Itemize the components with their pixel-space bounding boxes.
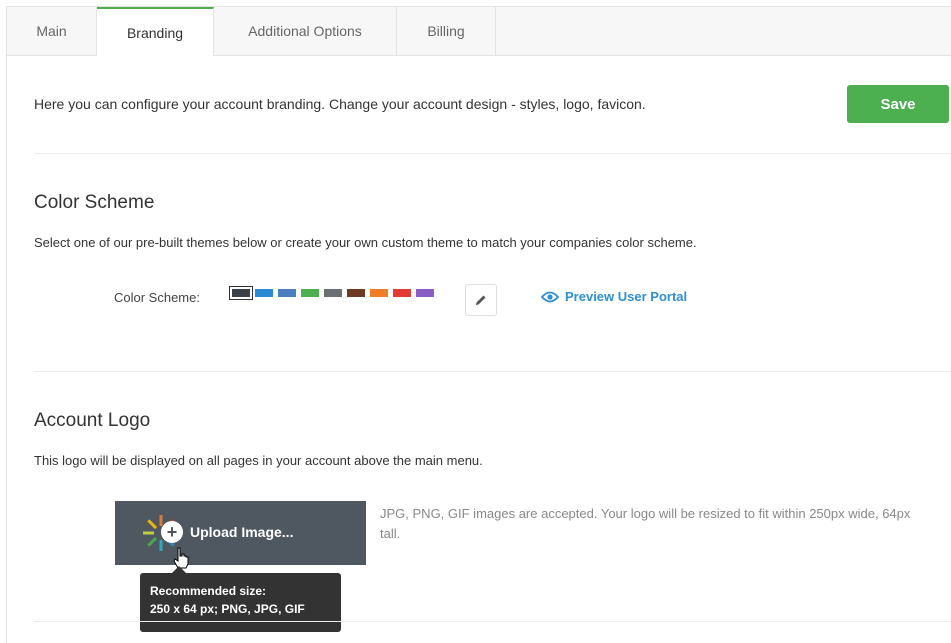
save-button[interactable]: Save [847,85,949,123]
account-logo-description: This logo will be displayed on all pages… [34,453,483,468]
pencil-icon [476,295,486,305]
color-scheme-label: Color Scheme: [114,290,200,305]
color-scheme-heading: Color Scheme [34,192,155,213]
color-swatch[interactable] [255,289,273,297]
divider [34,371,951,372]
tab-bar: Main Branding Additional Options Billing [7,7,951,56]
tooltip-detail: 250 x 64 px; PNG, JPG, GIF [150,602,305,616]
color-swatch[interactable] [301,289,319,297]
tab-additional-options[interactable]: Additional Options [214,7,397,55]
upload-image-button[interactable]: + Upload Image... [115,501,366,565]
color-swatch[interactable] [393,289,411,297]
divider [34,153,951,154]
intro-text: Here you can configure your account bran… [34,96,646,112]
color-swatch[interactable] [278,289,296,297]
preview-user-portal-link[interactable]: Preview User Portal [541,289,687,304]
color-scheme-description: Select one of our pre-built themes below… [34,235,697,250]
tab-main[interactable]: Main [7,7,97,55]
preview-link-label: Preview User Portal [565,289,688,304]
plus-icon: + [161,521,183,543]
upload-requirements-note: JPG, PNG, GIF images are accepted. Your … [380,506,911,541]
eye-icon [541,291,559,302]
tab-branding[interactable]: Branding [97,7,214,56]
tooltip-title: Recommended size: [150,584,267,598]
tab-billing[interactable]: Billing [397,7,496,55]
account-logo-heading: Account Logo [34,410,151,431]
color-swatch[interactable] [370,289,388,297]
color-swatch[interactable] [324,289,342,297]
tooltip-arrow [172,566,186,573]
divider [34,621,951,622]
edit-theme-button[interactable] [465,284,497,316]
color-swatch[interactable] [416,289,434,297]
upload-image-label: Upload Image... [190,524,294,540]
color-swatch[interactable] [347,289,365,297]
color-swatch-list [229,286,434,300]
branding-panel: Main Branding Additional Options Billing… [6,6,951,643]
color-swatch[interactable] [229,286,253,300]
recommended-size-tooltip: Recommended size: 250 x 64 px; PNG, JPG,… [140,573,341,632]
